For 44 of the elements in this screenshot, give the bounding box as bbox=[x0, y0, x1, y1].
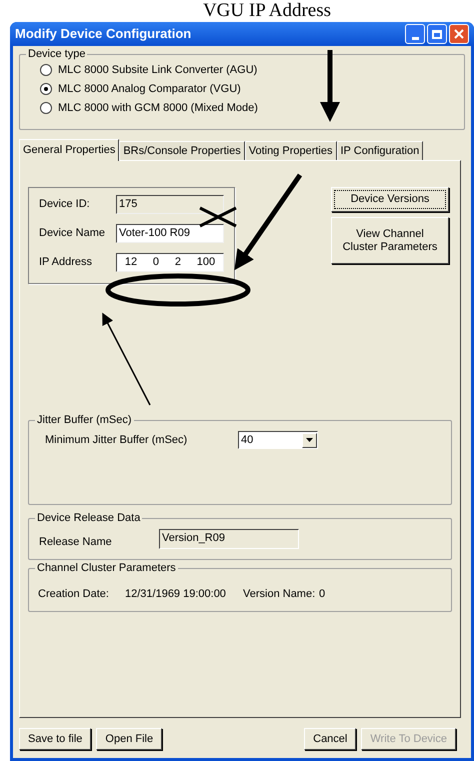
field-label: Release Name bbox=[39, 534, 113, 550]
field-label: Minimum Jitter Buffer (mSec) bbox=[45, 432, 188, 448]
radio-option[interactable]: MLC 8000 with GCM 8000 (Mixed Mode) bbox=[40, 101, 464, 115]
tab[interactable]: BRs/Console Properties bbox=[119, 141, 245, 160]
field-label: Creation Date: bbox=[38, 586, 110, 602]
maximize-button[interactable] bbox=[427, 24, 447, 44]
ip-octet: 100 bbox=[196, 255, 216, 270]
ip-octet: 0 bbox=[152, 255, 160, 270]
dialog-button[interactable]: Cancel bbox=[304, 728, 356, 750]
field-value: 0 bbox=[319, 586, 326, 602]
ip-octet: 2 bbox=[174, 255, 181, 270]
input-field[interactable]: Voter-100 R09 bbox=[116, 224, 224, 243]
radio-option[interactable]: MLC 8000 Subsite Link Converter (AGU) bbox=[40, 63, 464, 77]
radio-button[interactable] bbox=[40, 83, 52, 95]
close-icon bbox=[454, 29, 464, 39]
ip-address-field[interactable]: 12 0 2 100 bbox=[116, 253, 224, 272]
ip-octet: 12 bbox=[124, 255, 138, 270]
field-label: Version Name: bbox=[243, 586, 316, 602]
tab[interactable]: Voting Properties bbox=[244, 141, 336, 160]
dialog-button[interactable]: Save to file bbox=[19, 728, 92, 750]
field-value: 12/31/1969 19:00:00 bbox=[125, 586, 227, 602]
cross-mark bbox=[198, 206, 238, 228]
caption: VGU IP Address bbox=[202, 0, 332, 22]
radio-option[interactable]: MLC 8000 Analog Comparator (VGU) bbox=[40, 82, 464, 96]
group-label: Device type bbox=[26, 47, 88, 61]
group-label: Jitter Buffer (mSec) bbox=[35, 413, 134, 427]
tab[interactable]: General Properties bbox=[19, 139, 120, 161]
minimize-button[interactable] bbox=[405, 24, 425, 44]
close-button[interactable] bbox=[449, 24, 469, 44]
input-field[interactable]: Version_R09 bbox=[159, 529, 299, 549]
tab[interactable]: IP Configuration bbox=[336, 141, 424, 160]
dialog-button[interactable]: View Channel Cluster Parameters bbox=[331, 217, 449, 264]
dropdown[interactable]: 40 bbox=[238, 431, 318, 449]
field-label: Device Name bbox=[39, 226, 106, 242]
dialog-button[interactable]: Open File bbox=[96, 728, 162, 750]
radio-button[interactable] bbox=[40, 102, 52, 114]
dropdown-arrow-icon bbox=[306, 438, 313, 442]
dialog-button[interactable]: Device Versions bbox=[331, 187, 449, 212]
annotation-arrow bbox=[320, 50, 340, 122]
radio-button[interactable] bbox=[40, 64, 52, 76]
window-title: Modify Device Configuration bbox=[15, 25, 192, 44]
input-field[interactable]: 175 bbox=[116, 195, 224, 214]
field-label: Device ID: bbox=[39, 197, 91, 212]
field-label: IP Address bbox=[39, 255, 93, 270]
